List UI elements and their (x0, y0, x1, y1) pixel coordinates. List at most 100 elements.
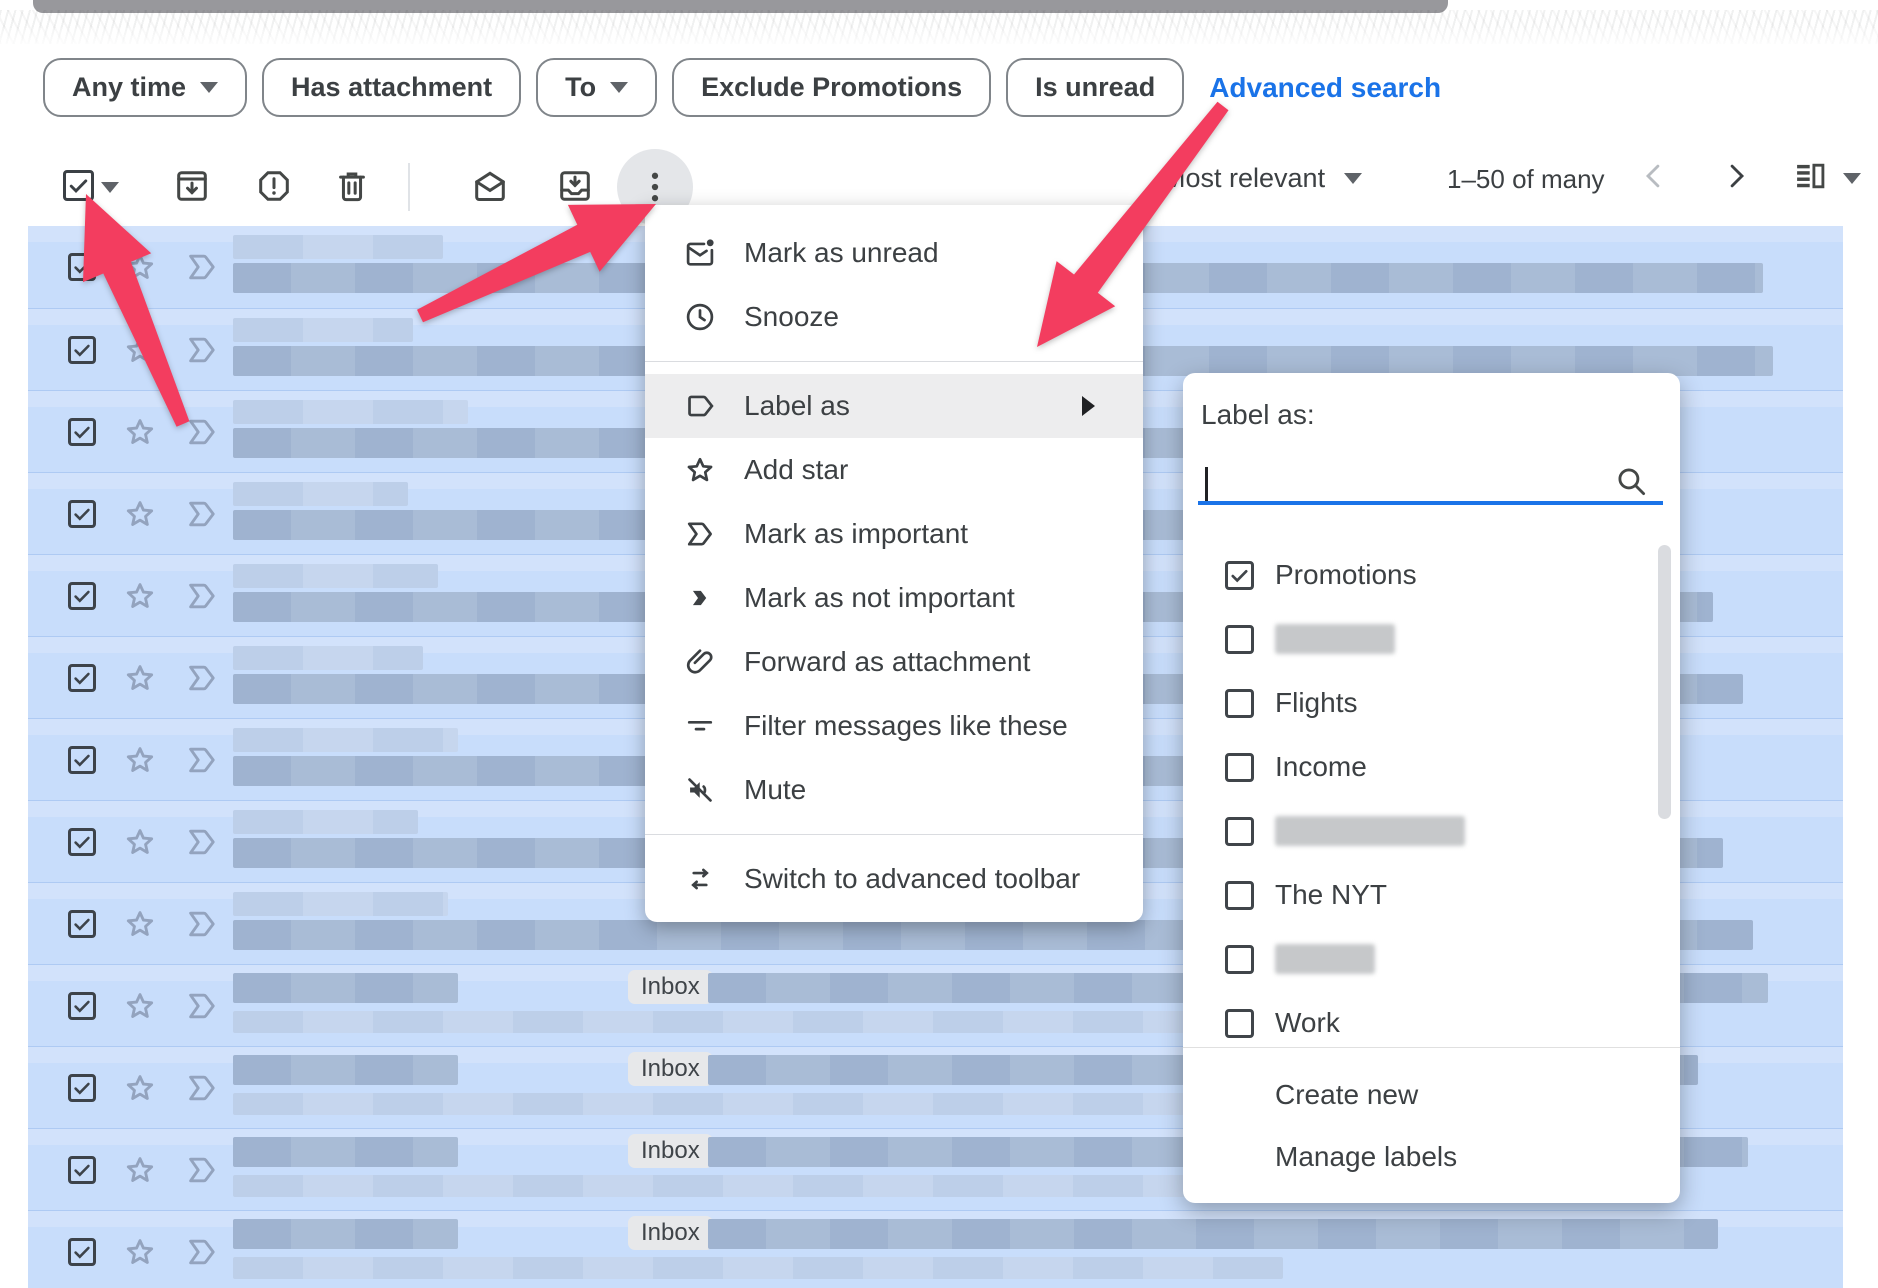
menu-item-add-star[interactable]: Add star (645, 438, 1143, 502)
star-icon[interactable] (122, 1234, 158, 1270)
row-checkbox[interactable] (68, 1156, 96, 1184)
row-checkbox[interactable] (68, 1074, 96, 1102)
star-icon[interactable] (122, 414, 158, 450)
label-checkbox[interactable] (1225, 881, 1254, 910)
search-icon[interactable] (1613, 463, 1649, 499)
sort-caret-icon[interactable] (1344, 173, 1362, 184)
menu-item-mark-as-unread[interactable]: Mark as unread (645, 221, 1143, 285)
star-icon[interactable] (122, 578, 158, 614)
importance-marker-icon[interactable] (184, 742, 220, 778)
filter-chip-is-unread[interactable]: Is unread (1006, 58, 1184, 117)
label-option-the-nyt[interactable]: The NYT (1183, 863, 1653, 927)
select-dropdown-caret-icon[interactable] (101, 182, 119, 193)
label-checkbox[interactable] (1225, 561, 1254, 590)
blurred-sender (233, 1055, 458, 1085)
row-checkbox[interactable] (68, 582, 96, 610)
blurred-sender (233, 564, 438, 588)
older-page-button[interactable] (1718, 158, 1754, 194)
delete-button[interactable] (333, 167, 371, 205)
row-checkbox[interactable] (68, 664, 96, 692)
label-checkbox[interactable] (1225, 1009, 1254, 1038)
menu-item-forward-as-attachment[interactable]: Forward as attachment (645, 630, 1143, 694)
star-icon[interactable] (122, 249, 158, 285)
star-icon[interactable] (122, 332, 158, 368)
label-option-blurred[interactable] (1183, 607, 1653, 671)
row-checkbox[interactable] (68, 746, 96, 774)
email-row[interactable]: Inbox (28, 1210, 1843, 1288)
split-pane-caret-icon[interactable] (1843, 173, 1861, 184)
importance-marker-icon[interactable] (184, 1234, 220, 1270)
select-all-checkbox[interactable] (63, 170, 94, 201)
star-icon[interactable] (122, 906, 158, 942)
star-icon[interactable] (122, 496, 158, 532)
label-option-work[interactable]: Work (1183, 991, 1653, 1047)
label-checkbox[interactable] (1225, 817, 1254, 846)
importance-marker-icon[interactable] (184, 1070, 220, 1106)
star-icon[interactable] (122, 988, 158, 1024)
move-to-button[interactable] (556, 167, 594, 205)
label-checkbox[interactable] (1225, 753, 1254, 782)
blurred-label-name (1275, 944, 1375, 974)
importance-marker-icon[interactable] (184, 988, 220, 1024)
row-checkbox[interactable] (68, 336, 96, 364)
advanced-search-link[interactable]: Advanced search (1209, 72, 1441, 104)
label-checkbox[interactable] (1225, 945, 1254, 974)
menu-item-label: Label as (744, 390, 850, 422)
row-checkbox[interactable] (68, 910, 96, 938)
label-checkbox[interactable] (1225, 689, 1254, 718)
menu-item-mute[interactable]: Mute (645, 758, 1143, 822)
filter-chip-any-time[interactable]: Any time (43, 58, 247, 117)
split-pane-toggle[interactable] (1792, 158, 1828, 194)
more-options-menu: Mark as unread Snooze Label as Add star … (645, 205, 1143, 922)
label-option-flights[interactable]: Flights (1183, 671, 1653, 735)
row-checkbox[interactable] (68, 500, 96, 528)
report-spam-button[interactable] (255, 167, 293, 205)
label-option-blurred[interactable] (1183, 799, 1653, 863)
importance-marker-icon[interactable] (184, 824, 220, 860)
label-checkbox[interactable] (1225, 625, 1254, 654)
menu-item-label: Snooze (744, 301, 839, 333)
importance-marker-icon[interactable] (184, 249, 220, 285)
sort-dropdown[interactable]: Most relevant (1163, 163, 1325, 194)
menu-item-snooze[interactable]: Snooze (645, 285, 1143, 349)
label-option-promotions[interactable]: Promotions (1183, 543, 1653, 607)
newer-page-button[interactable] (1636, 158, 1672, 194)
create-new-label-button[interactable]: Create new (1183, 1064, 1680, 1126)
inbox-badge: Inbox (628, 1052, 713, 1086)
label-option-blurred[interactable] (1183, 927, 1653, 991)
importance-marker-icon[interactable] (184, 496, 220, 532)
manage-labels-button[interactable]: Manage labels (1183, 1126, 1680, 1188)
mark-as-read-button[interactable] (471, 167, 509, 205)
star-icon[interactable] (122, 1152, 158, 1188)
menu-item-mark-as-important[interactable]: Mark as important (645, 502, 1143, 566)
filter-chip-to[interactable]: To (536, 58, 657, 117)
importance-marker-icon[interactable] (184, 332, 220, 368)
importance-marker-icon[interactable] (184, 578, 220, 614)
star-icon[interactable] (122, 1070, 158, 1106)
row-checkbox[interactable] (68, 1238, 96, 1266)
label-option-income[interactable]: Income (1183, 735, 1653, 799)
importance-marker-icon[interactable] (184, 414, 220, 450)
star-icon[interactable] (122, 742, 158, 778)
menu-item-label-as[interactable]: Label as (645, 374, 1143, 438)
menu-item-mark-as-not-important[interactable]: Mark as not important (645, 566, 1143, 630)
importance-marker-icon[interactable] (184, 906, 220, 942)
row-checkbox[interactable] (68, 828, 96, 856)
blurred-sender (233, 1137, 458, 1167)
archive-button[interactable] (173, 167, 211, 205)
filter-chip-has-attachment[interactable]: Has attachment (262, 58, 521, 117)
importance-marker-icon[interactable] (184, 660, 220, 696)
filter-chip-exclude-promotions[interactable]: Exclude Promotions (672, 58, 991, 117)
menu-item-filter-messages-like-these[interactable]: Filter messages like these (645, 694, 1143, 758)
star-icon[interactable] (122, 824, 158, 860)
filter-chip-label: Exclude Promotions (701, 72, 962, 103)
label-list-scrollbar[interactable] (1658, 545, 1671, 819)
row-checkbox[interactable] (68, 418, 96, 446)
not-important-icon (683, 581, 717, 615)
star-icon[interactable] (122, 660, 158, 696)
row-checkbox[interactable] (68, 253, 96, 281)
menu-item-label: Switch to advanced toolbar (744, 863, 1080, 895)
menu-item-switch-to-advanced-toolbar[interactable]: Switch to advanced toolbar (645, 847, 1143, 911)
row-checkbox[interactable] (68, 992, 96, 1020)
importance-marker-icon[interactable] (184, 1152, 220, 1188)
